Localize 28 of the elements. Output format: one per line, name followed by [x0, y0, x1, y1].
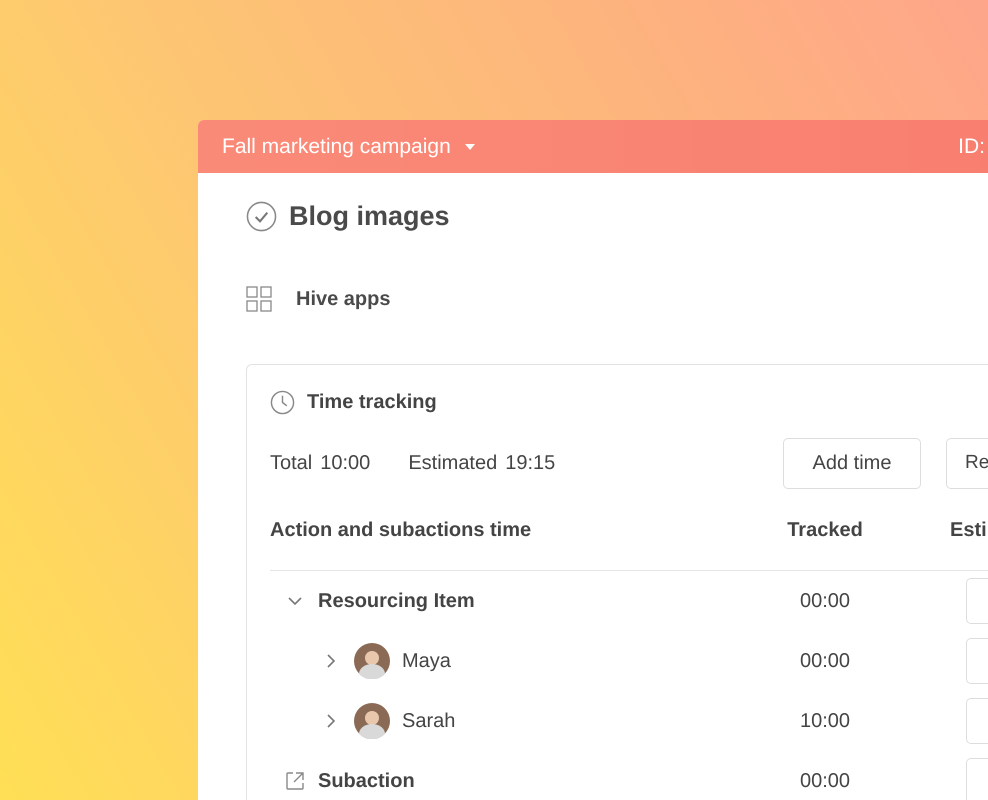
- action-button[interactable]: Add time: [783, 438, 921, 488]
- action-button[interactable]: Re: [946, 438, 988, 488]
- avatar: [354, 643, 390, 679]
- row-name: Maya: [402, 650, 451, 672]
- tracked-time: 00:00: [798, 770, 852, 792]
- apps-link[interactable]: Hive apps: [296, 288, 390, 310]
- caret-icon: [464, 144, 475, 150]
- check-circle-icon[interactable]: [246, 200, 277, 232]
- clock-icon: [270, 390, 295, 414]
- task-title: Blog images: [289, 200, 450, 232]
- column-header: Esti: [950, 519, 987, 542]
- total-value: 10:00: [320, 452, 370, 474]
- column-header: Action and subactions time: [270, 519, 532, 542]
- grid-icon[interactable]: [246, 286, 272, 312]
- tracked-time: 00:00: [798, 650, 852, 672]
- estimated-value: 19:15: [505, 452, 556, 474]
- tracked-time: 00:00: [798, 590, 852, 612]
- row-name: Subaction: [318, 770, 415, 792]
- external-link-icon[interactable]: [284, 770, 306, 792]
- tracked-time: 10:00: [798, 710, 852, 732]
- column-header: Tracked: [786, 519, 864, 542]
- avatar: [354, 703, 390, 739]
- id-label: ID:: [958, 134, 985, 158]
- row-name: Resourcing Item: [318, 590, 475, 612]
- row-name: Sarah: [402, 710, 456, 732]
- estimated-label: Estimated: [408, 452, 498, 474]
- total-label: Total: [270, 452, 312, 474]
- panel-title: Time tracking: [307, 390, 437, 414]
